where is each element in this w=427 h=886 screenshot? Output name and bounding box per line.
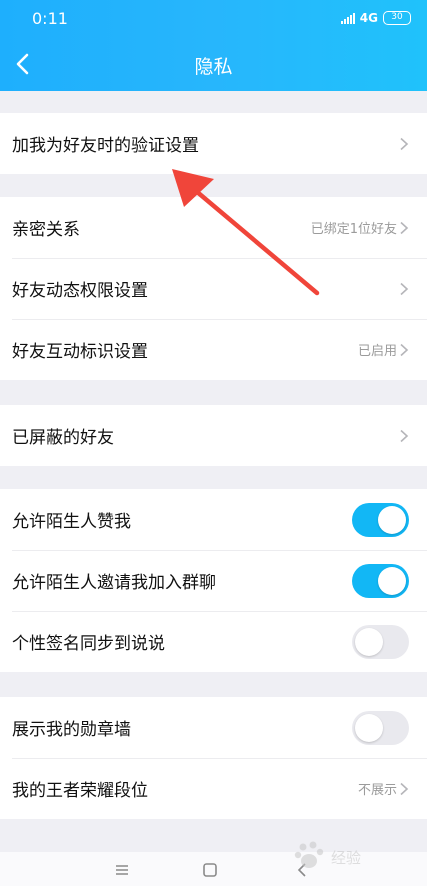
row-label: 个性签名同步到说说: [12, 634, 165, 654]
battery-icon: 30: [383, 11, 411, 25]
row-blocked-friends[interactable]: 已屏蔽的好友: [0, 405, 427, 466]
status-time: 0:11: [32, 9, 68, 28]
row-label: 加我为好友时的验证设置: [12, 136, 199, 156]
paw-logo-icon: [294, 841, 324, 868]
page-title: 隐私: [194, 56, 233, 78]
row-allow-stranger-invite: 允许陌生人邀请我加入群聊: [0, 550, 427, 611]
chevron-right-icon: [400, 782, 409, 795]
row-label: 展示我的勋章墙: [12, 720, 131, 740]
row-feed-permission[interactable]: 好友动态权限设置: [0, 258, 427, 319]
row-allow-stranger-like: 允许陌生人赞我: [0, 489, 427, 550]
row-label: 允许陌生人赞我: [12, 512, 131, 532]
row-game-rank[interactable]: 我的王者荣耀段位 不展示: [0, 758, 427, 819]
row-intimate-relation[interactable]: 亲密关系 已绑定1位好友: [0, 197, 427, 258]
settings-group-blocked: 已屏蔽的好友: [0, 405, 427, 466]
row-friend-verification[interactable]: 加我为好友时的验证设置: [0, 113, 427, 174]
row-medal-wall: 展示我的勋章墙: [0, 697, 427, 758]
header: 0:11 4G 30 隐私: [0, 0, 427, 91]
toggle-switch[interactable]: [352, 624, 409, 659]
settings-group-strangers: 允许陌生人赞我 允许陌生人邀请我加入群聊 个性签名同步到说说: [0, 489, 427, 672]
toggle-knob: [355, 713, 383, 742]
row-value: 不展示: [357, 783, 397, 798]
toggle-switch[interactable]: [352, 563, 409, 598]
status-bar: 0:11 4G 30: [0, 0, 427, 36]
row-label: 亲密关系: [12, 220, 80, 240]
chevron-right-icon: [400, 282, 409, 295]
signal-icon: [340, 12, 355, 24]
row-label: 允许陌生人邀请我加入群聊: [12, 573, 216, 593]
row-label: 好友互动标识设置: [12, 342, 148, 362]
watermark: 经验: [293, 835, 413, 875]
settings-group-display: 展示我的勋章墙 我的王者荣耀段位 不展示: [0, 697, 427, 819]
toggle-knob: [355, 627, 383, 656]
watermark-text: 经验: [331, 849, 362, 867]
menu-icon[interactable]: [110, 860, 134, 880]
status-indicators: 4G 30: [340, 10, 411, 26]
row-label: 我的王者荣耀段位: [12, 781, 148, 801]
chevron-right-icon: [400, 137, 409, 150]
toggle-switch[interactable]: [352, 710, 409, 745]
row-interaction-badge[interactable]: 好友互动标识设置 已启用: [0, 319, 427, 380]
toggle-switch[interactable]: [352, 502, 409, 537]
settings-group-verification: 加我为好友时的验证设置: [0, 113, 427, 174]
settings-group-friends: 亲密关系 已绑定1位好友 好友动态权限设置 好友互动标识设置 已启用: [0, 197, 427, 380]
row-signature-sync: 个性签名同步到说说: [0, 611, 427, 672]
chevron-right-icon: [400, 343, 409, 356]
row-label: 已屏蔽的好友: [12, 428, 114, 448]
row-value: 已启用: [357, 344, 397, 359]
chevron-right-icon: [400, 429, 409, 442]
home-square-icon[interactable]: [198, 860, 222, 880]
row-label: 好友动态权限设置: [12, 281, 148, 301]
chevron-right-icon: [400, 221, 409, 234]
toggle-knob: [378, 566, 406, 595]
row-value: 已绑定1位好友: [310, 222, 397, 237]
toggle-knob: [378, 505, 406, 534]
network-type: 4G: [359, 11, 378, 25]
